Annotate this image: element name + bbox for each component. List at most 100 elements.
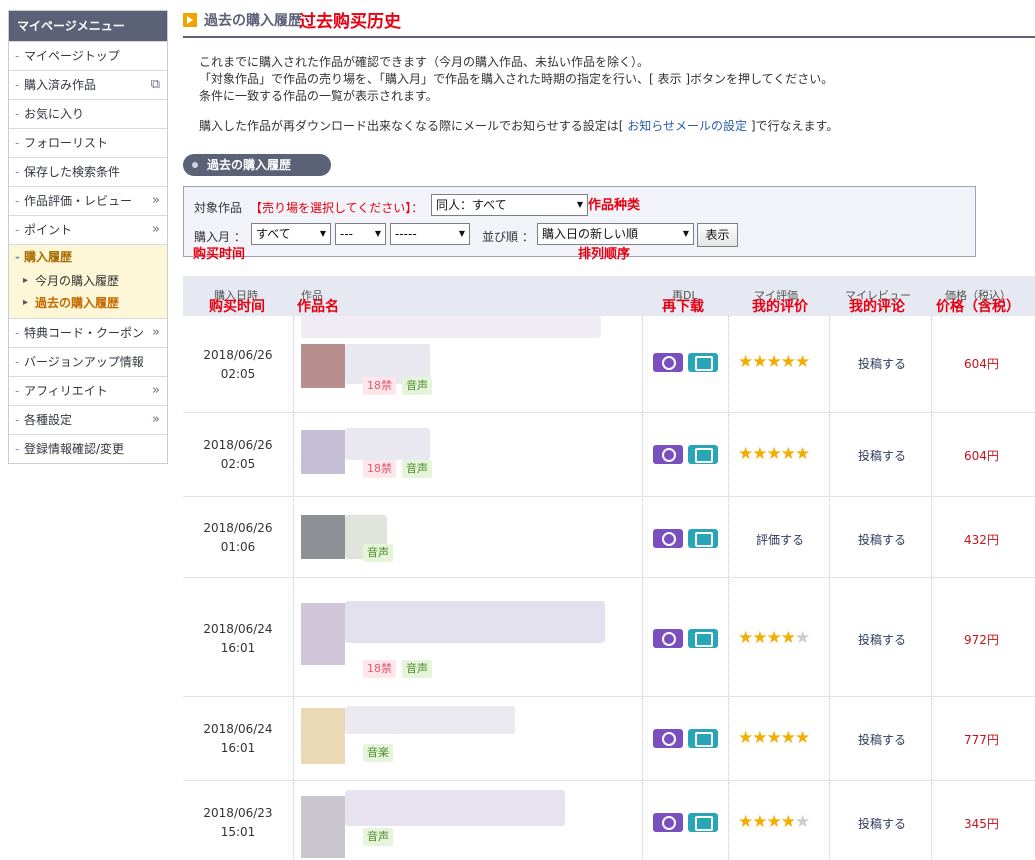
intro-text: これまでに購入された作品が確認できます（今月の購入作品、未払い作品を除く）。 「…	[199, 54, 833, 105]
work-thumbnail[interactable]	[301, 796, 345, 858]
sidebar-item-account-info[interactable]: 登録情報確認/変更	[9, 434, 167, 463]
sidebar-subitem-past[interactable]: 過去の購入履歴	[9, 292, 167, 314]
column-divider	[931, 498, 932, 577]
play-icon[interactable]	[688, 445, 718, 464]
sidebar-item-coupon[interactable]: 特典コード・クーポン »	[9, 318, 167, 347]
purchase-date: 2018/06/24	[203, 722, 273, 736]
notice-pre: 購入した作品が再ダウンロード出来なくなる際にメールでお知らせする設定は[	[199, 119, 628, 133]
target-select[interactable]: 同人：すべて	[431, 194, 588, 216]
column-divider	[829, 782, 830, 860]
sidebar-item-label: ポイント	[24, 223, 73, 237]
download-icon[interactable]	[653, 813, 683, 832]
double-chevron-icon: »	[152, 325, 160, 340]
review-post-link[interactable]: 投稿する	[858, 447, 906, 464]
sidebar-item-label: 購入履歴	[24, 250, 73, 264]
sidebar-item-label: 登録情報確認/変更	[24, 442, 125, 456]
table-row: 2018/06/24 16:01 18禁 音声 ★★★★★ 投稿する 972円	[183, 579, 1035, 697]
column-divider	[642, 498, 643, 577]
review-post-link[interactable]: 投稿する	[858, 531, 906, 548]
sidebar-item-affiliate[interactable]: アフィリエイト »	[9, 376, 167, 405]
review-post-link[interactable]: 投稿する	[858, 355, 906, 372]
sidebar-item-mypage-top[interactable]: マイページトップ	[9, 41, 167, 70]
rating-stars[interactable]: ★★★★★	[738, 444, 810, 464]
purchase-time: 02:05	[220, 457, 256, 471]
download-icon[interactable]	[653, 729, 683, 748]
double-chevron-icon: »	[152, 193, 160, 208]
column-divider	[931, 782, 932, 860]
work-title-blurred[interactable]	[301, 316, 601, 338]
sidebar-item-settings[interactable]: 各種設定 »	[9, 405, 167, 434]
table-row: 2018/06/26 02:05 18禁 音声 ★★★★★ 投稿する 604円	[183, 414, 1035, 497]
page-title-annotation: 过去购买历史	[299, 12, 401, 32]
sidebar-item-favorites[interactable]: お気に入り	[9, 99, 167, 128]
sidebar-item-follow-list[interactable]: フォローリスト	[9, 128, 167, 157]
annotation-col-dl: 再下载	[662, 299, 704, 315]
annotation-time: 购买时间	[193, 247, 246, 262]
star-filled: ★★★★	[738, 812, 796, 832]
sidebar-item-points[interactable]: ポイント »	[9, 215, 167, 244]
tag-voice: 音声	[402, 460, 432, 478]
target-hint: 【売り場を選択してください】：	[250, 201, 424, 215]
rate-link[interactable]: 評価する	[756, 531, 804, 548]
rating-stars[interactable]: ★★★★★	[738, 728, 810, 748]
download-icon[interactable]	[653, 629, 683, 648]
work-thumbnail[interactable]	[301, 708, 345, 764]
review-post-link[interactable]: 投稿する	[858, 731, 906, 748]
sidebar-item-version-up[interactable]: バージョンアップ情報	[9, 347, 167, 376]
price: 972円	[964, 633, 999, 647]
table-row: 2018/06/26 01:06 音声 評価する 投稿する 432円	[183, 498, 1035, 578]
download-icon[interactable]	[653, 445, 683, 464]
column-divider	[728, 782, 729, 860]
notice-text: 購入した作品が再ダウンロード出来なくなる際にメールでお知らせする設定は[ お知ら…	[199, 117, 838, 134]
month-select-type[interactable]: すべて	[251, 223, 331, 245]
work-thumbnail[interactable]	[301, 603, 345, 665]
price: 777円	[964, 733, 999, 747]
work-title-blurred[interactable]	[345, 790, 565, 826]
notice-mail-settings-link[interactable]: お知らせメールの設定	[627, 119, 747, 133]
download-icon[interactable]	[653, 353, 683, 372]
price: 345円	[964, 817, 999, 831]
purchase-datetime: 2018/06/26 02:05	[183, 436, 293, 474]
sidebar-item-purchase-history[interactable]: 購入履歴	[9, 244, 167, 270]
sidebar-subitem-this-month[interactable]: 今月の購入履歴	[9, 270, 167, 292]
work-thumbnail[interactable]	[301, 344, 345, 388]
rating-stars[interactable]: ★★★★★	[738, 812, 810, 832]
section-heading: 過去の購入履歴	[183, 154, 331, 176]
rating-stars[interactable]: ★★★★★	[738, 352, 810, 372]
purchase-date: 2018/06/26	[203, 438, 273, 452]
notice-post: ]で行なえます。	[747, 119, 839, 133]
work-title-blurred[interactable]	[345, 428, 430, 460]
work-thumbnail[interactable]	[301, 515, 345, 559]
month-select-month[interactable]: -----	[390, 223, 470, 245]
purchase-datetime: 2018/06/23 15:01	[183, 804, 293, 842]
play-icon[interactable]	[688, 629, 718, 648]
play-icon[interactable]	[688, 813, 718, 832]
play-icon[interactable]	[688, 729, 718, 748]
purchase-date: 2018/06/24	[203, 622, 273, 636]
sort-label: 並び順 ：	[482, 230, 534, 244]
sort-select[interactable]: 購入日の新しい順	[537, 223, 694, 245]
column-divider	[642, 782, 643, 860]
tag-r18: 18禁	[363, 460, 396, 478]
sidebar-item-saved-search[interactable]: 保存した検索条件	[9, 157, 167, 186]
annotation-col-price: 价格（含税）	[936, 299, 1020, 315]
work-title-blurred[interactable]	[345, 601, 605, 643]
price: 604円	[964, 357, 999, 371]
column-divider	[829, 579, 830, 696]
double-chevron-icon: »	[152, 412, 160, 427]
sidebar-item-purchased[interactable]: 購入済み作品 ⧉	[9, 70, 167, 99]
work-thumbnail[interactable]	[301, 430, 345, 474]
review-post-link[interactable]: 投稿する	[858, 815, 906, 832]
play-icon[interactable]	[688, 353, 718, 372]
month-select-year[interactable]: ---	[335, 223, 386, 245]
download-icon[interactable]	[653, 529, 683, 548]
target-select-value: 同人：すべて	[436, 198, 507, 212]
play-icon[interactable]	[688, 529, 718, 548]
tag-voice: 音声	[363, 544, 393, 562]
work-title-blurred[interactable]	[345, 706, 515, 734]
column-divider	[829, 414, 830, 496]
show-button[interactable]: 表示	[697, 223, 738, 247]
sidebar-item-reviews[interactable]: 作品評価・レビュー »	[9, 186, 167, 215]
review-post-link[interactable]: 投稿する	[858, 631, 906, 648]
rating-stars[interactable]: ★★★★★	[738, 628, 810, 648]
